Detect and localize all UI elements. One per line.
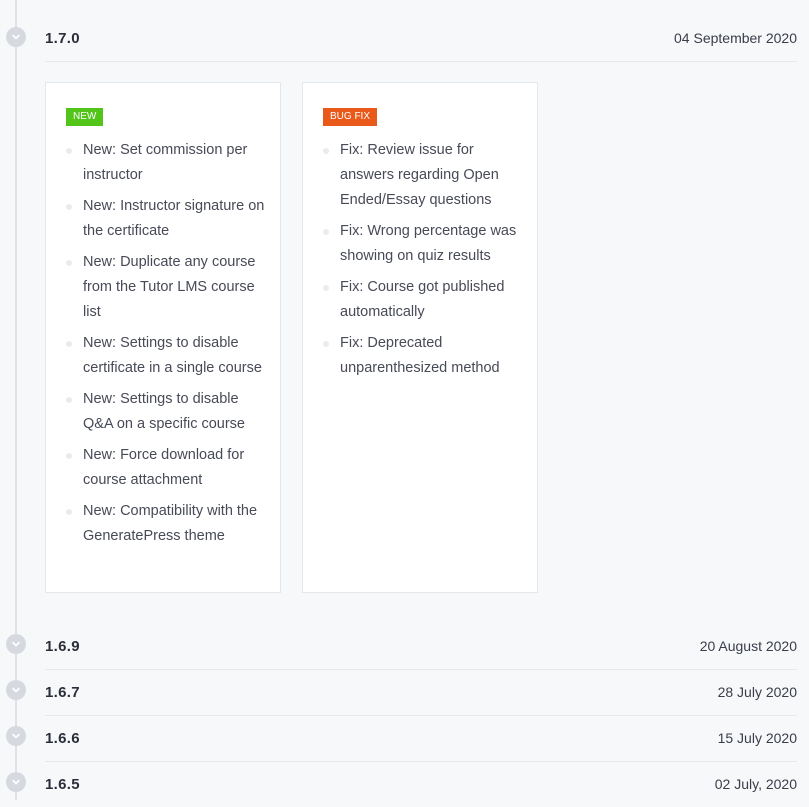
list-item: New: Duplicate any course from the Tutor…	[66, 250, 266, 325]
list-item: New: Instructor signature on the certifi…	[66, 194, 266, 244]
chevron-down-icon	[12, 687, 20, 693]
bullet-icon	[66, 341, 72, 347]
chevron-down-icon	[12, 34, 20, 40]
bullet-icon	[323, 229, 329, 235]
release-date: 28 July 2020	[717, 684, 797, 700]
release-header[interactable]: 1.6.7 28 July 2020	[45, 669, 797, 716]
list-item-text: Fix: Review issue for answers regarding …	[340, 142, 499, 208]
bullet-icon	[66, 509, 72, 515]
list-item: New: Settings to disable certificate in …	[66, 331, 266, 381]
bullet-icon	[323, 341, 329, 347]
release-version: 1.6.7	[45, 683, 80, 701]
chevron-down-icon	[12, 733, 20, 739]
list-item-text: Fix: Deprecated unparenthesized method	[340, 335, 500, 376]
list-item-text: New: Duplicate any course from the Tutor…	[83, 254, 256, 320]
release-version: 1.6.6	[45, 729, 80, 747]
list-item: New: Set commission per instructor	[66, 138, 266, 188]
release-date: 04 September 2020	[674, 30, 797, 46]
release-date: 02 July, 2020	[714, 776, 797, 792]
release-toggle-1-6-9[interactable]	[6, 634, 26, 654]
bug-fix-list: Fix: Review issue for answers regarding …	[323, 138, 523, 387]
bullet-icon	[66, 148, 72, 154]
bug-fix-card: BUG FIX Fix: Review issue for answers re…	[302, 82, 538, 593]
release-toggle-1-6-5[interactable]	[6, 772, 26, 792]
new-features-list: New: Set commission per instructor New: …	[66, 138, 266, 555]
list-item: Fix: Wrong percentage was showing on qui…	[323, 219, 523, 269]
chevron-down-icon	[12, 641, 20, 647]
release-header[interactable]: 1.6.5 02 July, 2020	[45, 761, 797, 807]
release-version: 1.7.0	[45, 29, 80, 47]
release-header[interactable]: 1.6.6 15 July 2020	[45, 715, 797, 762]
release-header[interactable]: 1.6.9 20 August 2020	[45, 623, 797, 670]
list-item: Fix: Course got published automatically	[323, 275, 523, 325]
bullet-icon	[66, 453, 72, 459]
new-badge: NEW	[66, 108, 104, 126]
release-header[interactable]: 1.7.0 04 September 2020	[45, 15, 797, 62]
release-version: 1.6.5	[45, 775, 80, 793]
bullet-icon	[66, 260, 72, 266]
release-date: 15 July 2020	[717, 730, 797, 746]
list-item: Fix: Deprecated unparenthesized method	[323, 331, 523, 381]
bullet-icon	[66, 204, 72, 210]
list-item-text: Fix: Course got published automatically	[340, 279, 505, 320]
bullet-icon	[323, 148, 329, 154]
bullet-icon	[323, 285, 329, 291]
release-toggle-1-7-0[interactable]	[6, 27, 26, 47]
release-date: 20 August 2020	[699, 638, 797, 654]
chevron-down-icon	[12, 779, 20, 785]
new-features-card: NEW New: Set commission per instructor N…	[45, 82, 281, 593]
bullet-icon	[66, 397, 72, 403]
list-item-text: New: Set commission per instructor	[83, 142, 248, 183]
list-item-text: New: Instructor signature on the certifi…	[83, 198, 265, 239]
list-item-text: Fix: Wrong percentage was showing on qui…	[340, 223, 517, 264]
list-item: Fix: Review issue for answers regarding …	[323, 138, 523, 213]
list-item-text: New: Force download for course attachmen…	[83, 447, 245, 488]
list-item: New: Force download for course attachmen…	[66, 443, 266, 493]
list-item: New: Settings to disable Q&A on a specif…	[66, 387, 266, 437]
release-version: 1.6.9	[45, 637, 80, 655]
bug-fix-badge: BUG FIX	[323, 108, 378, 126]
release-toggle-1-6-6[interactable]	[6, 726, 26, 746]
list-item-text: New: Settings to disable Q&A on a specif…	[83, 391, 245, 432]
list-item: New: Compatibility with the GeneratePres…	[66, 499, 266, 549]
list-item-text: New: Settings to disable certificate in …	[83, 335, 262, 376]
list-item-text: New: Compatibility with the GeneratePres…	[83, 503, 258, 544]
release-toggle-1-6-7[interactable]	[6, 680, 26, 700]
